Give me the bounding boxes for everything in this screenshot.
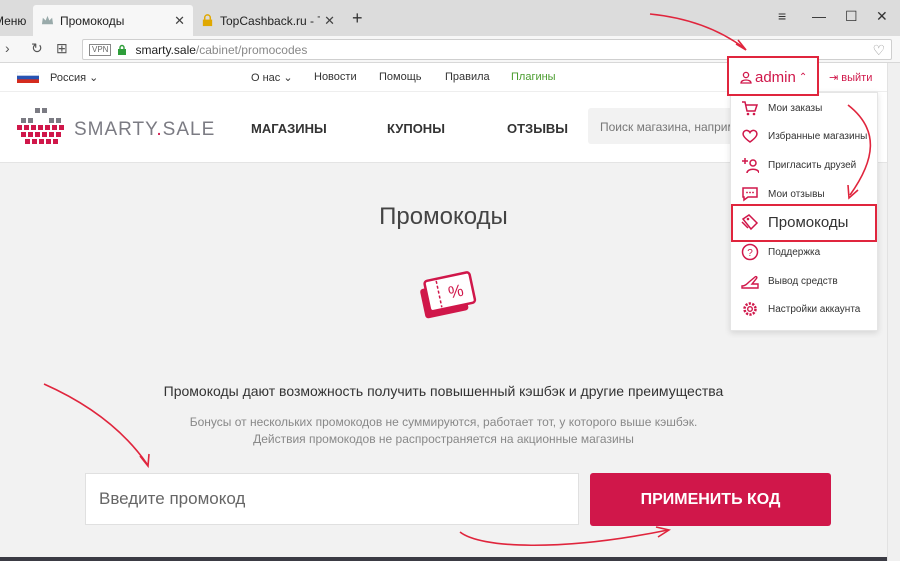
chat-icon [742,187,758,202]
menu-stores[interactable]: МАГАЗИНЫ [251,121,327,136]
withdraw-icon [741,275,759,289]
new-tab-icon[interactable]: + [352,9,363,27]
menu-coupons[interactable]: КУПОНЫ [387,121,445,136]
footer-strip [0,557,887,561]
region-label: Россия [50,72,87,84]
tab-title: Промокоды [60,13,125,28]
grid-icon[interactable]: ⊞ [56,40,68,57]
dropdown-label: Избранные магазины [768,130,868,142]
vpn-badge[interactable]: VPN [89,43,112,56]
logo-text[interactable]: SMARTY.SALE [74,119,215,141]
dropdown-account-settings[interactable]: Настройки аккаунта [741,298,860,320]
apply-code-button[interactable]: ПРИМЕНИТЬ КОД [590,473,831,526]
admin-account-menu[interactable]: admin ⌃ [727,56,819,96]
reload-icon[interactable]: ↻ [31,40,43,57]
dropdown-my-reviews[interactable]: Мои отзывы [741,183,825,205]
nav-about-label: О нас [251,72,281,84]
nav-news[interactable]: Новости [314,71,357,83]
help-icon: ? [741,243,759,261]
dropdown-my-orders[interactable]: Мои заказы [741,97,822,119]
bookmark-heart-icon[interactable]: ♡ [872,42,885,59]
browser-menu-button[interactable]: Меню [0,5,28,36]
nav-about[interactable]: О нас ⌄ [251,71,293,84]
dropdown-label: Пригласить друзей [768,159,857,171]
heart-icon [742,129,758,143]
promo-note-1: Бонусы от нескольких промокодов не сумми… [189,415,698,429]
logout-link[interactable]: ⇥ выйти [829,71,872,84]
admin-label-wrap: admin ⌃ [740,69,807,86]
secure-lock-icon [118,44,127,55]
lock-favicon-icon [202,14,213,27]
close-window-icon[interactable]: ✕ [876,8,888,25]
svg-text:?: ? [747,248,753,259]
store-search-input[interactable]: Поиск магазина, например [588,108,738,144]
promo-note-2: Действия промокодов не распространяется … [253,432,634,446]
region-selector[interactable]: Россия ⌄ [50,71,98,84]
add-user-icon [742,158,759,174]
promo-code-input[interactable] [85,473,579,525]
dropdown-support[interactable]: ? Поддержка [741,241,820,263]
coupon-percent-icon: % [420,271,477,319]
dropdown-label: Поддержка [768,246,821,258]
page-scrollbar[interactable] [887,63,900,561]
url-host: smarty.sale [135,42,196,57]
maximize-icon[interactable]: ☐ [845,8,858,25]
close-tab-icon[interactable]: ✕ [324,13,335,29]
close-tab-icon[interactable]: ✕ [174,13,185,29]
forward-icon[interactable]: › [5,40,10,56]
dropdown-invite-friends[interactable]: Пригласить друзей [741,154,856,176]
tab-topcashback[interactable]: TopCashback.ru - Топ лучш ✕ [193,5,343,36]
user-icon [740,71,752,84]
dropdown-label: Настройки аккаунта [768,303,861,315]
dropdown-label: Вывод средств [768,275,838,287]
dropdown-withdraw[interactable]: Вывод средств [741,270,838,292]
russia-flag-icon [17,72,39,83]
tab-title: TopCashback.ru - Топ лучш [220,13,320,28]
browser-tab-bar: Меню Промокоды ✕ TopCashback.ru - Топ лу… [0,0,900,36]
browser-menu-label: Меню [0,13,27,28]
logo-part1: SMARTY [74,119,157,140]
tab-promocodes[interactable]: Промокоды ✕ [33,5,193,36]
basket-logo-icon[interactable] [17,108,65,148]
nav-rules[interactable]: Правила [445,71,490,83]
menu-reviews[interactable]: ОТЗЫВЫ [507,121,568,136]
bookmarks-icon[interactable]: ≡ [778,8,786,24]
nav-help[interactable]: Помощь [379,71,422,83]
logo-part2: SALE [162,119,216,140]
promocodes-highlight-box [731,204,877,242]
cart-icon [742,101,759,116]
chevron-up-icon: ⌃ [798,72,808,83]
minimize-icon[interactable]: — [812,8,826,24]
nav-plugins[interactable]: Плагины [511,71,556,83]
logout-label: выйти [841,72,873,84]
admin-username: admin [755,69,796,86]
promo-lead-text: Промокоды дают возможность получить повы… [163,383,724,399]
gear-icon [743,302,757,316]
url-path: /cabinet/promocodes [195,42,308,57]
crown-favicon-icon [41,15,54,25]
dropdown-label: Мои заказы [768,102,823,114]
dropdown-label: Мои отзывы [768,188,825,200]
dropdown-favorite-stores[interactable]: Избранные магазины [741,125,867,147]
